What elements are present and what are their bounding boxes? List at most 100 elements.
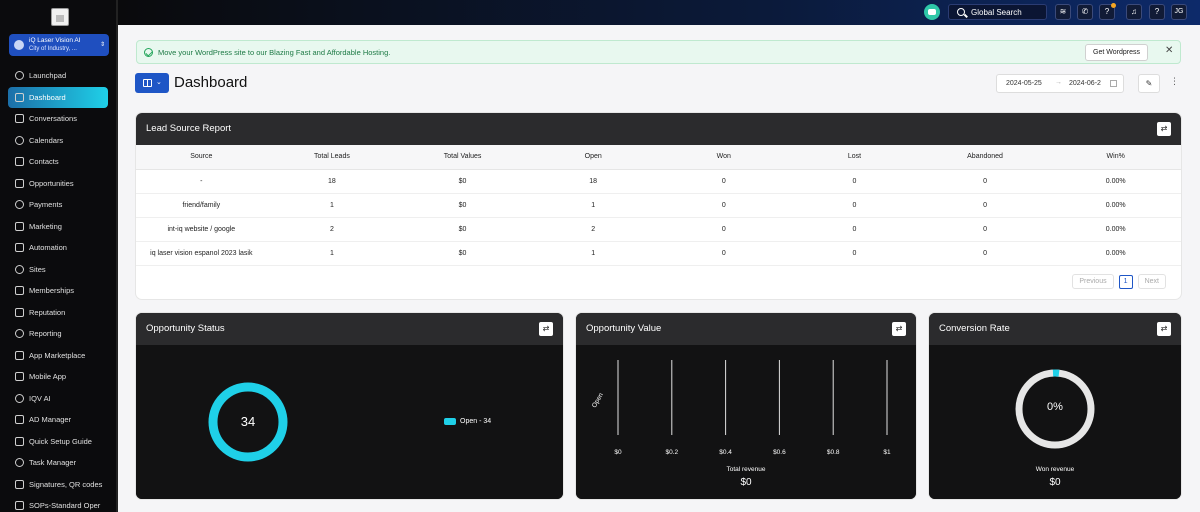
- x-tick-label: $0.6: [773, 449, 786, 456]
- mobile-icon: [15, 372, 24, 382]
- calendar-icon: [1110, 80, 1117, 87]
- column-header[interactable]: Abandoned: [919, 145, 1051, 170]
- previous-page-button[interactable]: Previous: [1072, 274, 1114, 289]
- table-cell: $0: [397, 193, 528, 218]
- sidebar-item-signatures-qr-codes[interactable]: Signatures, QR codes: [8, 474, 108, 496]
- sidebar-item-contacts[interactable]: Contacts: [8, 151, 108, 173]
- account-icon: [14, 40, 24, 50]
- search-icon: [957, 8, 965, 16]
- next-page-button[interactable]: Next: [1137, 274, 1166, 289]
- sidebar-item-dashboard[interactable]: Dashboard: [8, 86, 108, 108]
- sidebar-item-label: AD Manager: [29, 415, 72, 425]
- sidebar-scrollbar[interactable]: [116, 0, 118, 512]
- sidebar-item-reporting[interactable]: Reporting: [8, 323, 108, 345]
- payments-icon: [15, 200, 24, 210]
- sidebar-item-iqv-ai[interactable]: IQV AI: [8, 388, 108, 410]
- sidebar-item-memberships[interactable]: Memberships: [8, 280, 108, 302]
- company-logo: [51, 8, 69, 26]
- dashboard-icon: [15, 92, 24, 102]
- sidebar-item-calendars[interactable]: Calendars: [8, 130, 108, 152]
- swap-icon[interactable]: ⇄: [1157, 322, 1171, 336]
- layers-icon[interactable]: ≋: [1055, 4, 1071, 20]
- reputation-icon: [15, 307, 24, 317]
- column-header[interactable]: Win%: [1050, 145, 1181, 170]
- phone-icon[interactable]: ✆: [1077, 4, 1093, 20]
- opportunity-status-donut: [208, 382, 288, 462]
- legend-item-open[interactable]: Open - 34: [444, 418, 491, 425]
- column-header[interactable]: Source: [136, 145, 267, 170]
- sidebar-item-label: Memberships: [29, 286, 75, 296]
- sidebar-item-quick-setup-guide[interactable]: Quick Setup Guide: [8, 431, 108, 453]
- sidebar-item-app-marketplace[interactable]: App Marketplace: [8, 345, 108, 367]
- table-cell: 0: [658, 169, 790, 194]
- sidebar: iQ Laser Vision AI City of Industry, ...…: [0, 0, 118, 512]
- sidebar-item-label: App Marketplace: [29, 350, 86, 360]
- help-icon[interactable]: ?: [1149, 4, 1165, 20]
- account-switcher[interactable]: iQ Laser Vision AI City of Industry, ...…: [9, 34, 109, 56]
- table-cell: 0.00%: [1050, 193, 1181, 218]
- get-wordpress-button[interactable]: Get Wordpress: [1085, 44, 1148, 61]
- opportunity-value-card: Opportunity Value ⇄ $0 $0.2 $0.4 $0.6 $0.8 $1…: [576, 313, 916, 499]
- column-header[interactable]: Total Values: [397, 145, 528, 170]
- ad-manager-icon: [15, 415, 24, 425]
- sidebar-item-task-manager[interactable]: Task Manager: [8, 452, 108, 474]
- sidebar-item-label: Automation: [29, 243, 67, 253]
- sidebar-item-ad-manager[interactable]: AD Manager: [8, 409, 108, 431]
- swap-icon[interactable]: ⇄: [539, 322, 553, 336]
- ai-assistant-icon[interactable]: [924, 4, 940, 20]
- sidebar-item-conversations[interactable]: Conversations: [8, 108, 108, 130]
- avatar[interactable]: JG: [1171, 4, 1187, 20]
- sidebar-item-launchpad[interactable]: Launchpad: [8, 65, 108, 87]
- sidebar-item-label: Conversations: [29, 114, 77, 124]
- table-cell: $0: [397, 217, 528, 242]
- table-cell: 2: [266, 217, 398, 242]
- column-header[interactable]: Open: [527, 145, 659, 170]
- table-row: -18 $0 18 0 0 0 0.00%: [136, 169, 1181, 194]
- sidebar-item-label: IQV AI: [29, 393, 51, 403]
- table-cell: 0: [919, 169, 1051, 194]
- column-header[interactable]: Total Leads: [266, 145, 398, 170]
- sidebar-item-mobile-app[interactable]: Mobile App: [8, 366, 108, 388]
- sidebar-item-label: Task Manager: [29, 458, 77, 468]
- table-cell: 18: [266, 169, 398, 194]
- x-tick-label: $1: [883, 449, 891, 456]
- swap-icon[interactable]: ⇄: [1157, 122, 1171, 136]
- edit-dashboard-button[interactable]: ✎: [1138, 74, 1160, 93]
- card-header: Lead Source Report ⇄: [136, 113, 1181, 145]
- date-range-picker[interactable]: 2024-05-25 → 2024-06-2: [996, 74, 1124, 93]
- sidebar-item-opportunities[interactable]: Opportunities: [8, 173, 108, 195]
- sidebar-item-marketing[interactable]: Marketing: [8, 216, 108, 238]
- table-row: friend/family 1 $0 1 0 0 0 0.00%: [136, 193, 1181, 218]
- sidebar-item-automation[interactable]: Automation: [8, 237, 108, 259]
- sidebar-item-sites[interactable]: Sites: [8, 259, 108, 281]
- current-page-button[interactable]: 1: [1118, 274, 1133, 289]
- more-options-icon[interactable]: ⋮: [1170, 76, 1179, 87]
- sidebar-item-sops-standard-oper[interactable]: SOPs-Standard Oper: [8, 495, 108, 512]
- dashboard-switcher-button[interactable]: ⌄: [135, 73, 169, 93]
- card-title: Conversion Rate: [939, 323, 1010, 334]
- bell-icon[interactable]: ♫: [1126, 4, 1142, 20]
- column-header[interactable]: Lost: [789, 145, 920, 170]
- sidebar-item-label: Marketing: [29, 221, 62, 231]
- sidebar-item-reputation[interactable]: Reputation: [8, 302, 108, 324]
- help-badge-icon[interactable]: ?: [1099, 3, 1116, 20]
- sidebar-item-label: Reporting: [29, 329, 62, 339]
- table-cell: 0: [789, 217, 920, 242]
- ai-icon: [15, 393, 24, 403]
- account-name: iQ Laser Vision AI: [29, 37, 81, 44]
- column-header[interactable]: Won: [658, 145, 790, 170]
- card-header: Opportunity Value ⇄: [576, 313, 916, 345]
- table-cell: 0: [919, 241, 1051, 266]
- sidebar-item-payments[interactable]: Payments: [8, 194, 108, 216]
- x-tick-label: $0.8: [827, 449, 840, 456]
- global-search-button[interactable]: Global Search: [948, 4, 1047, 20]
- task-icon: [15, 458, 24, 468]
- close-icon[interactable]: ✕: [1165, 45, 1173, 56]
- table-cell: friend/family: [136, 193, 267, 218]
- signature-icon: [15, 479, 24, 489]
- table-cell: 2: [527, 217, 659, 242]
- swap-icon[interactable]: ⇄: [892, 322, 906, 336]
- table-cell: 18: [527, 169, 659, 194]
- contacts-icon: [15, 157, 24, 167]
- table-row: int-iq website / google 2 $0 2 0 0 0 0.00%: [136, 217, 1181, 242]
